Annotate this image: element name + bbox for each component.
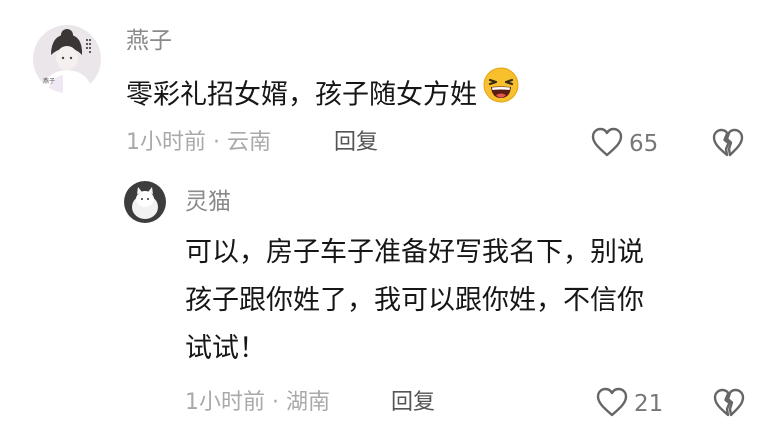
reply-dislike-button[interactable]	[712, 387, 746, 423]
reply-text-line: 试试！	[185, 333, 266, 364]
comment-text-body: 零彩礼招女婿，孩子随女方姓	[126, 79, 477, 111]
reply-like-count: 21	[634, 391, 664, 417]
heart-outline-icon	[595, 386, 629, 422]
heart-outline-icon	[590, 126, 624, 162]
comment-username[interactable]: 燕子	[126, 27, 172, 55]
laughing-face-icon	[483, 67, 519, 119]
broken-heart-icon	[712, 388, 746, 423]
reply-text-line: 可以，房子车子准备好写我名下，别说	[185, 237, 644, 268]
dislike-button[interactable]	[711, 127, 745, 163]
reply-username[interactable]: 灵猫	[185, 188, 231, 216]
reply-meta: 1小时前 · 湖南	[185, 390, 330, 415]
reply-reply-button[interactable]: 回复	[391, 389, 435, 417]
broken-heart-icon	[711, 128, 745, 163]
comment-meta: 1小时前 · 云南	[126, 130, 271, 155]
avatar[interactable]: 燕子	[33, 25, 101, 93]
reply-like-button[interactable]: 21	[595, 386, 663, 422]
reply-avatar[interactable]	[124, 181, 166, 223]
reply-text: 可以，房子车子准备好写我名下，别说 孩子跟你姓了，我可以跟你姓，不信你 试试！	[185, 229, 644, 373]
like-button[interactable]: 65	[590, 126, 658, 162]
avatar-watermark-text: 燕子	[43, 77, 55, 85]
like-count: 65	[629, 131, 659, 157]
comment-text: 零彩礼招女婿，孩子随女方姓	[126, 67, 519, 122]
reply-text-line: 孩子跟你姓了，我可以跟你姓，不信你	[185, 285, 644, 316]
reply-button[interactable]: 回复	[334, 129, 378, 157]
comment-thread: 燕子 燕子 零彩礼招女婿，孩子随女方姓 1小时前 · 云南 回复 65 灵猫 可…	[0, 0, 780, 435]
